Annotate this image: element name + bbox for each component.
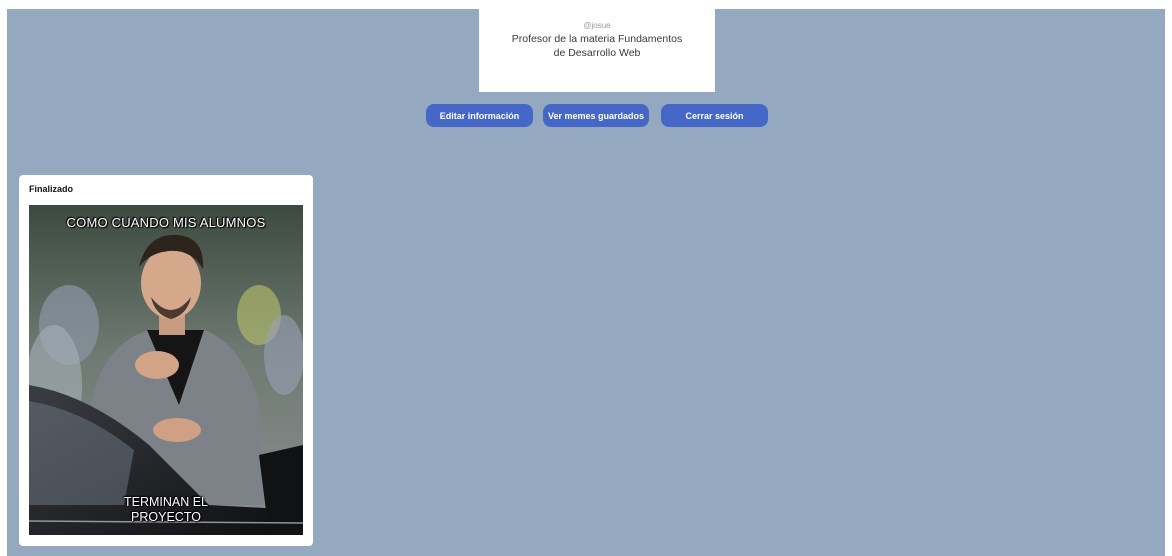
edit-info-button[interactable]: Editar información (426, 104, 533, 127)
profile-bio: Profesor de la materia Fundamentos de De… (511, 33, 683, 59)
logout-button[interactable]: Cerrar sesión (661, 104, 768, 127)
profile-card: @josue Profesor de la materia Fundamento… (479, 9, 715, 92)
profile-actions: Editar información Ver memes guardados C… (7, 104, 1165, 127)
profile-username: @josue (583, 21, 611, 30)
meme-photo (29, 205, 303, 535)
meme-bottom-text: TERMINAN EL PROYECTO (29, 495, 303, 525)
meme-bottom-line-2: PROYECTO (131, 510, 201, 524)
meme-status-label: Finalizado (29, 184, 74, 194)
meme-image[interactable]: COMO CUANDO MIS ALUMNOS TERMINAN EL PROY… (29, 205, 303, 535)
profile-page: @josue Profesor de la materia Fundamento… (7, 9, 1165, 556)
saved-memes-button[interactable]: Ver memes guardados (543, 104, 649, 127)
meme-top-text: COMO CUANDO MIS ALUMNOS (66, 215, 266, 230)
meme-bottom-line-1: TERMINAN EL (123, 495, 209, 509)
meme-card[interactable]: Finalizado COMO CUANDO MIS ALUMNOS TERMI… (19, 175, 313, 546)
